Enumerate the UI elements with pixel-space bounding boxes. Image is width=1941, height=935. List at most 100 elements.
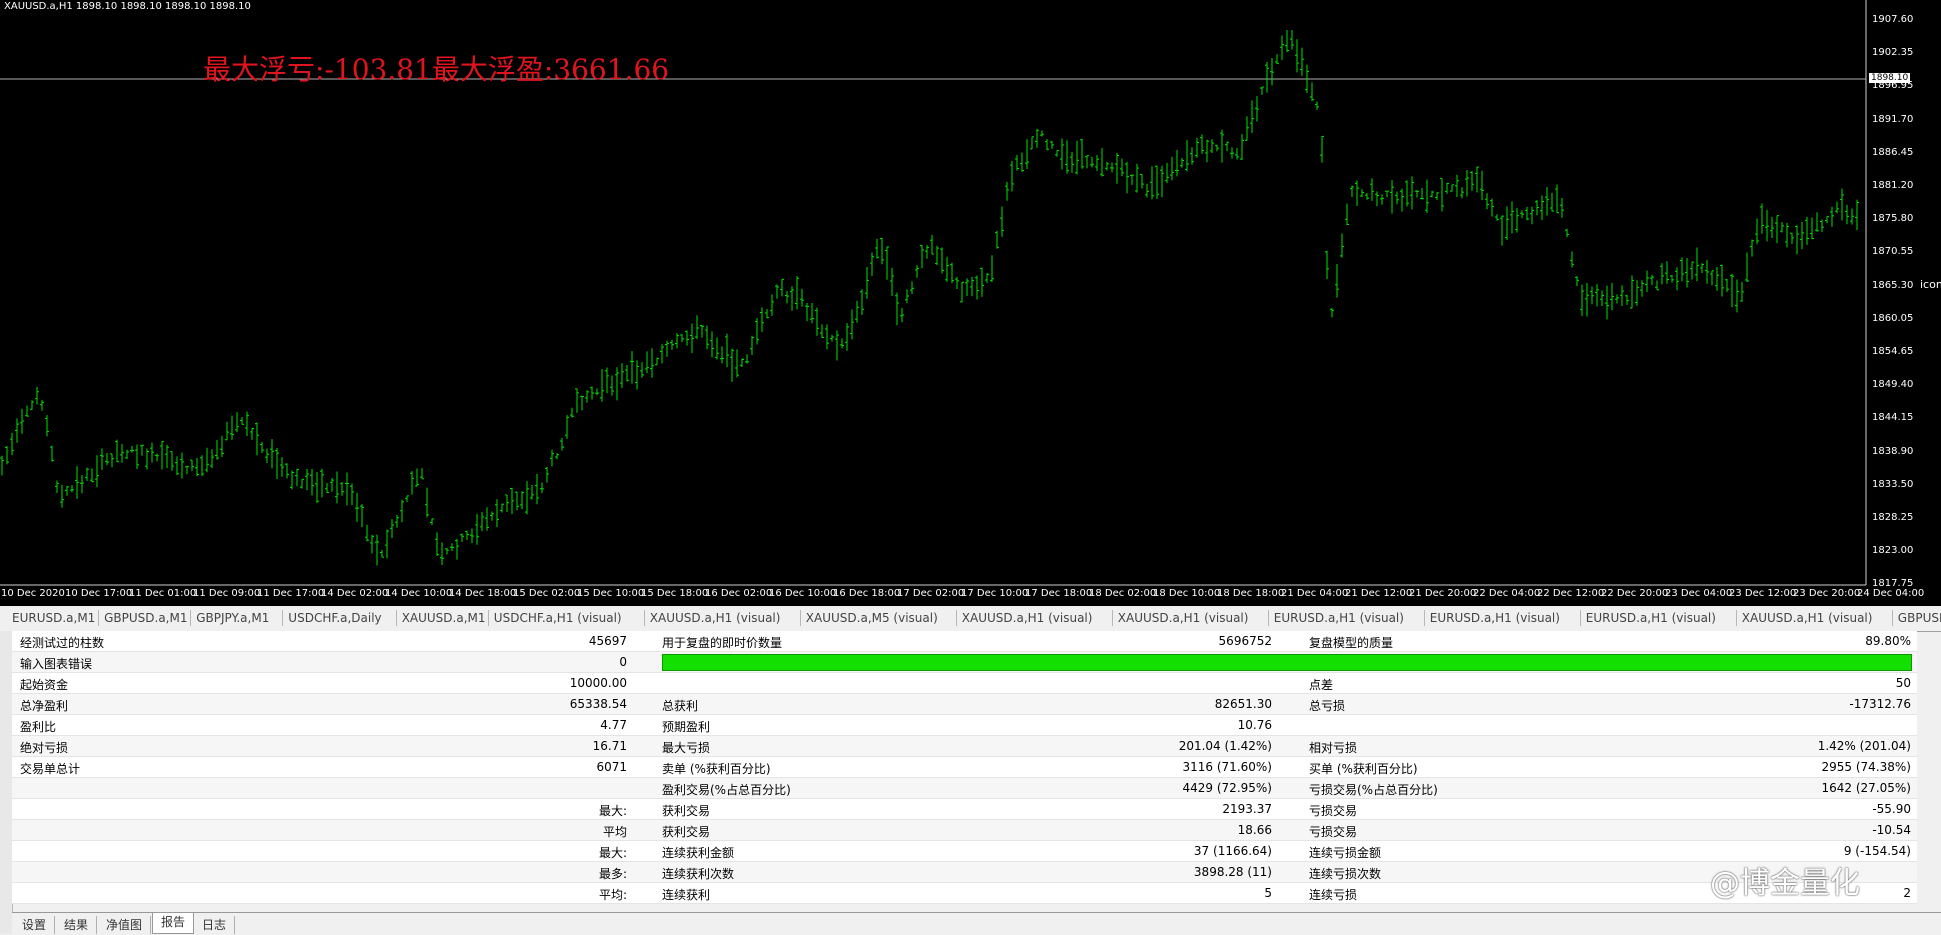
time-tick: 15 Dec 02:00 xyxy=(513,588,581,599)
time-tick: 17 Dec 10:00 xyxy=(961,588,1029,599)
report-value: 0 xyxy=(619,655,627,669)
time-tick: 22 Dec 12:00 xyxy=(1537,588,1605,599)
terminal-tabs: 设置 结果 净值图 报告 日志 xyxy=(12,912,1941,935)
report-label: 起始资金 xyxy=(20,678,69,692)
time-tick: 16 Dec 02:00 xyxy=(705,588,773,599)
chart-tab[interactable]: EURUSD.a,H1 (visual) xyxy=(1586,611,1716,625)
chart-tab-bar: EURUSD.a,M1 GBPUSD.a,M1 GBPJPY.a,M1 USDCHF.… xyxy=(0,606,1941,632)
chart-tab[interactable]: XAUUSD.a,H1 (visual) xyxy=(650,611,781,625)
terminal-tab[interactable]: 报告 xyxy=(152,913,195,934)
terminal-tab[interactable]: 日志 xyxy=(194,916,236,934)
report-row: 输入图表错误 0 xyxy=(12,652,1917,673)
price-tick: 1833.50 xyxy=(1872,478,1914,490)
time-tick: 22 Dec 04:00 xyxy=(1473,588,1541,599)
chart-tab[interactable]: GBPUSE xyxy=(1898,611,1941,625)
time-tick: 16 Dec 10:00 xyxy=(769,588,837,599)
report-value: -10.54 xyxy=(1872,823,1911,837)
time-tick: 23 Dec 04:00 xyxy=(1665,588,1733,599)
report-label: 经测试过的柱数 xyxy=(20,636,105,650)
time-tick: 24 Dec 04:00 xyxy=(1857,588,1925,599)
report-label: 点差 xyxy=(1309,678,1334,692)
partial-icon-label: icon xyxy=(1920,278,1941,291)
price-tick: 1865.30 xyxy=(1872,279,1914,291)
time-tick: 17 Dec 02:00 xyxy=(897,588,965,599)
chart-tab[interactable]: USDCHF.a,Daily xyxy=(288,611,381,625)
report-row: 起始资金 10000.00 点差 50 xyxy=(12,673,1917,694)
report-value: 最多: xyxy=(598,867,627,881)
price-tick: 1849.40 xyxy=(1872,379,1914,391)
price-tick: 1838.90 xyxy=(1872,445,1914,457)
report-label: 亏损交易 xyxy=(1309,804,1358,818)
watermark: @博金量化 xyxy=(1710,866,1860,901)
price-tick: 1875.80 xyxy=(1872,213,1914,225)
report-value: 3116 (71.60%) xyxy=(1182,760,1272,774)
time-tick: 10 Dec 17:00 xyxy=(65,588,133,599)
price-tick: 1854.65 xyxy=(1872,346,1914,357)
tab-separator xyxy=(1423,610,1425,626)
report-row: 总净盈利 65338.54 总获利 82651.30 总亏损 -17312.76 xyxy=(12,694,1917,715)
report-label: 连续获利次数 xyxy=(662,867,735,881)
report-row: 盈利比 4.77 预期盈利 10.76 xyxy=(12,715,1917,736)
chart-tab[interactable]: XAUUSD.a,H1 (visual) xyxy=(1118,611,1249,625)
terminal-tab[interactable]: 净值图 xyxy=(98,916,152,934)
tab-separator xyxy=(98,610,100,626)
report-label: 获利交易 xyxy=(662,804,711,818)
tab-separator xyxy=(1891,610,1893,626)
price-chart[interactable]: XAUUSD.a,H1 1898.10 1898.10 1898.10 1898… xyxy=(0,0,1941,606)
chart-tab[interactable]: XAUUSD.a,M5 (visual) xyxy=(806,611,938,625)
terminal-tab[interactable]: 设置 xyxy=(14,916,56,934)
tab-separator xyxy=(487,610,489,626)
chart-header: XAUUSD.a,H1 1898.10 1898.10 1898.10 1898… xyxy=(4,1,251,12)
report-label: 连续亏损金额 xyxy=(1309,846,1382,860)
price-chart-canvas xyxy=(0,0,1867,586)
report-value: 16.71 xyxy=(592,739,627,753)
report-row: 最大: 获利交易 2193.37 亏损交易 -55.90 xyxy=(12,799,1917,820)
float-pl-overlay: 最大浮亏:-103.81最大浮盈:3661.66 xyxy=(203,53,670,86)
price-tick: 1870.55 xyxy=(1872,246,1914,258)
chart-tab[interactable]: XAUUSD.a,H1 (visual) xyxy=(962,611,1093,625)
report-row: 绝对亏损 16.71 最大亏损 201.04 (1.42%) 相对亏损 1.42% (20… xyxy=(12,736,1917,757)
report-value: -55.90 xyxy=(1872,802,1911,816)
price-tick: 1844.15 xyxy=(1872,412,1914,424)
chart-tab[interactable]: EURUSD.a,M1 xyxy=(12,611,95,625)
chart-tab[interactable]: XAUUSD.a,M1 xyxy=(402,611,486,625)
report-value: 最大: xyxy=(598,846,627,860)
report-value: 201.04 (1.42%) xyxy=(1178,739,1272,753)
strategy-report: 经测试过的柱数 45697 用于复盘的即时价数量 5696752 复盘模型的质量 89.8… xyxy=(12,631,1917,904)
time-tick: 11 Dec 09:00 xyxy=(193,588,261,599)
time-tick: 15 Dec 18:00 xyxy=(641,588,709,599)
chart-tab[interactable]: EURUSD.a,H1 (visual) xyxy=(1274,611,1404,625)
report-label: 总亏损 xyxy=(1309,699,1346,713)
time-tick: 14 Dec 02:00 xyxy=(321,588,389,599)
time-tick: 18 Dec 02:00 xyxy=(1089,588,1157,599)
tab-separator xyxy=(190,610,192,626)
time-tick: 23 Dec 20:00 xyxy=(1793,588,1861,599)
chart-tab[interactable]: EURUSD.a,H1 (visual) xyxy=(1430,611,1560,625)
time-tick: 15 Dec 10:00 xyxy=(577,588,645,599)
report-value: 2193.37 xyxy=(1222,802,1272,816)
chart-tab[interactable]: XAUUSD.a,H1 (visual) xyxy=(1742,611,1873,625)
report-label: 输入图表错误 xyxy=(20,657,93,671)
report-label: 获利交易 xyxy=(662,825,711,839)
report-value: 最大: xyxy=(598,804,627,818)
report-value: 平均 xyxy=(602,825,627,839)
report-label: 亏损交易(%占总百分比) xyxy=(1309,783,1438,797)
time-tick: 17 Dec 18:00 xyxy=(1025,588,1093,599)
tab-separator xyxy=(1579,610,1581,626)
chart-tab[interactable]: GBPJPY.a,M1 xyxy=(196,611,269,625)
report-label: 最大亏损 xyxy=(662,741,711,755)
report-value: -17312.76 xyxy=(1849,697,1911,711)
report-label: 预期盈利 xyxy=(662,720,711,734)
report-value: 65338.54 xyxy=(569,697,627,711)
price-tick: 1823.00 xyxy=(1872,545,1914,557)
report-row: 平均 获利交易 18.66 亏损交易 -10.54 xyxy=(12,820,1917,841)
chart-tab[interactable]: USDCHF.a,H1 (visual) xyxy=(494,611,622,625)
price-tick: 1881.20 xyxy=(1872,180,1914,191)
terminal-tab[interactable]: 结果 xyxy=(56,916,98,934)
chart-tab[interactable]: GBPUSD.a,M1 xyxy=(104,611,187,625)
time-tick: 10 Dec 2020 xyxy=(1,588,65,599)
tab-separator xyxy=(1111,610,1113,626)
report-label: 卖单 (%获利百分比) xyxy=(662,762,771,776)
time-tick: 11 Dec 01:00 xyxy=(129,588,197,599)
report-value: 10000.00 xyxy=(569,676,627,690)
